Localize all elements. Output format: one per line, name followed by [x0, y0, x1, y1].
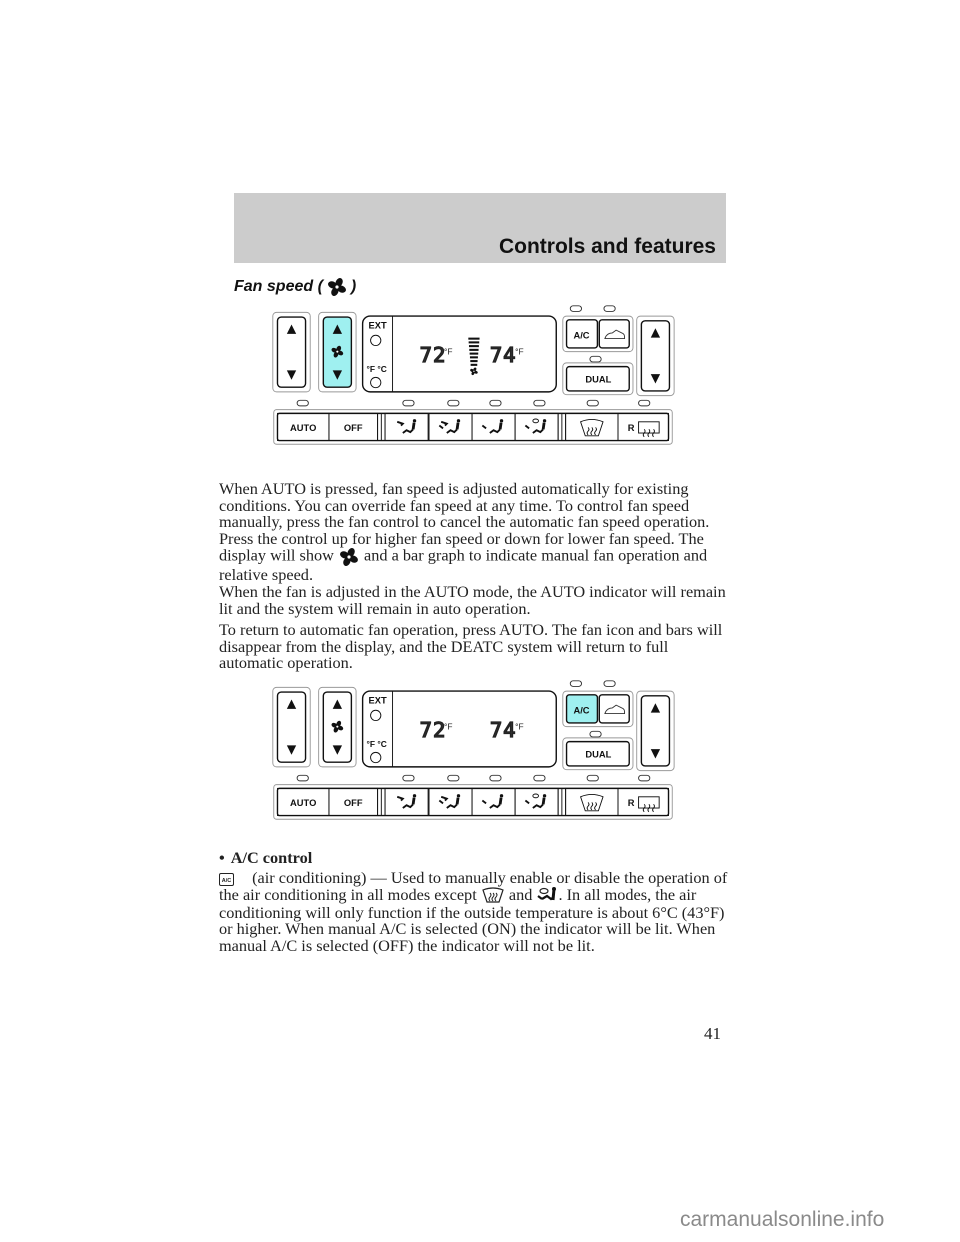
- dual-button-label: DUAL: [585, 375, 611, 385]
- ext-button[interactable]: [370, 709, 382, 722]
- fan-speed-bar: [469, 348, 479, 351]
- auto-button-label: AUTO: [290, 423, 316, 433]
- fan-icon: [327, 278, 346, 296]
- lcd-display: [361, 315, 557, 393]
- unit-label: °F °C: [367, 739, 387, 749]
- floor-defrost-button[interactable]: [514, 787, 559, 816]
- fan-speed-bar: [470, 363, 478, 366]
- mode-indicator-led: [402, 774, 415, 782]
- bullet: •: [219, 848, 225, 867]
- temperature-digits: 74: [490, 718, 517, 742]
- mode-indicator-led: [447, 399, 460, 407]
- left-temp-unit: °F: [444, 721, 453, 731]
- ac-indicator-led: [569, 680, 582, 687]
- left-temp-readout: 72: [419, 717, 447, 742]
- paragraph-return-auto: To return to automatic fan operation, pr…: [219, 620, 723, 673]
- rear-defrost-icon: [638, 421, 660, 434]
- section-title: Fan speed ( ): [234, 277, 356, 297]
- right-temp-unit: °F: [515, 346, 524, 356]
- fan-speed-bar: [469, 352, 479, 355]
- rear-defrost-label: R: [628, 423, 635, 433]
- off-button-label: OFF: [344, 798, 363, 808]
- ext-button[interactable]: [370, 334, 382, 347]
- floor-vent-button[interactable]: [471, 412, 516, 441]
- auto-button-label: AUTO: [290, 798, 316, 808]
- fan-speed-bar: [468, 337, 480, 340]
- fan-speed-bar: [469, 356, 478, 359]
- ac-button-label: A/C: [573, 331, 589, 341]
- paragraph-auto-mode: When the fan is adjusted in the AUTO mod…: [219, 582, 726, 618]
- mode-indicator-led: [586, 399, 599, 407]
- chapter-title: Controls and features: [498, 235, 716, 258]
- dual-indicator-led: [589, 355, 602, 363]
- temperature-digits: 72: [420, 343, 447, 367]
- temperature-digits: 72: [420, 718, 447, 742]
- unit-label: °F °C: [367, 364, 387, 374]
- chapter-header: Controls and features: [234, 193, 726, 263]
- fan-icon: [340, 548, 358, 567]
- mode-indicator-led: [489, 774, 502, 782]
- panel-vent-button[interactable]: [384, 787, 429, 816]
- left-temp-unit: °F: [444, 346, 453, 356]
- panel-vent-button[interactable]: [384, 412, 429, 441]
- mode-indicator-led: [586, 774, 599, 782]
- mode-indicator-led: [638, 774, 651, 782]
- recirculation-button[interactable]: [598, 694, 630, 724]
- off-button-label: OFF: [344, 423, 363, 433]
- unit-toggle-button[interactable]: [370, 751, 382, 764]
- temperature-digits: 74: [490, 343, 517, 367]
- paragraph-ac-description: A/C (air conditioning) — Used to manuall…: [219, 868, 728, 956]
- mode-indicator-led: [296, 774, 309, 782]
- bilevel-vent-button[interactable]: [428, 412, 473, 441]
- ext-label: EXT: [368, 695, 386, 705]
- mode-indicator-led: [296, 399, 309, 407]
- right-temp-readout: 74: [489, 717, 517, 742]
- ext-label: EXT: [368, 320, 386, 330]
- fan-speed-bar: [468, 345, 479, 348]
- ac-icon-label: A/C: [222, 878, 232, 884]
- rear-defrost-icon: [638, 796, 660, 809]
- fan-speed-bar: [468, 341, 480, 344]
- bilevel-vent-button[interactable]: [428, 787, 473, 816]
- dual-indicator-led: [589, 730, 602, 738]
- mode-indicator-led: [447, 774, 460, 782]
- bullet-ac-control: • A/C control: [219, 848, 729, 867]
- floor-defrost-button[interactable]: [514, 412, 559, 441]
- front-defrost-button[interactable]: [565, 412, 619, 441]
- recirc-indicator-led: [603, 305, 616, 312]
- right-temp-unit: °F: [515, 721, 524, 731]
- right-temp-readout: 74: [489, 342, 517, 367]
- recirc-indicator-led: [603, 680, 616, 687]
- front-defrost-button[interactable]: [565, 787, 619, 816]
- ac-button-label: A/C: [573, 706, 589, 716]
- fan-speed-bar: [470, 360, 478, 363]
- ac-indicator-led: [569, 305, 582, 312]
- climate-panel-1: EXT °F °C 72 °F 74 °F A/C DUAL AUTO OFF R: [258, 303, 688, 448]
- dual-button-label: DUAL: [585, 750, 611, 760]
- mode-indicator-led: [638, 399, 651, 407]
- climate-panel-2: EXT °F °C 72 °F 74 °F A/C DUAL AUTO OFF R: [258, 678, 688, 823]
- recirculation-button[interactable]: [598, 319, 630, 349]
- section-title-prefix: Fan speed (: [234, 278, 323, 295]
- left-temp-readout: 72: [419, 342, 447, 367]
- unit-toggle-button[interactable]: [370, 376, 382, 389]
- mode-indicator-led: [489, 399, 502, 407]
- bullet-title: A/C control: [230, 848, 313, 867]
- mode-indicator-led: [533, 399, 546, 407]
- page-number: 41: [704, 1024, 721, 1043]
- paragraph-fan-manual: When AUTO is pressed, fan speed is adjus…: [219, 479, 710, 585]
- floor-vent-button[interactable]: [471, 787, 516, 816]
- section-title-suffix: ): [350, 278, 357, 295]
- mode-indicator-led: [533, 774, 546, 782]
- mode-indicator-led: [402, 399, 415, 407]
- lcd-display: [361, 690, 557, 768]
- watermark: carmanualsonline.info: [680, 1208, 885, 1231]
- rear-defrost-label: R: [628, 798, 635, 808]
